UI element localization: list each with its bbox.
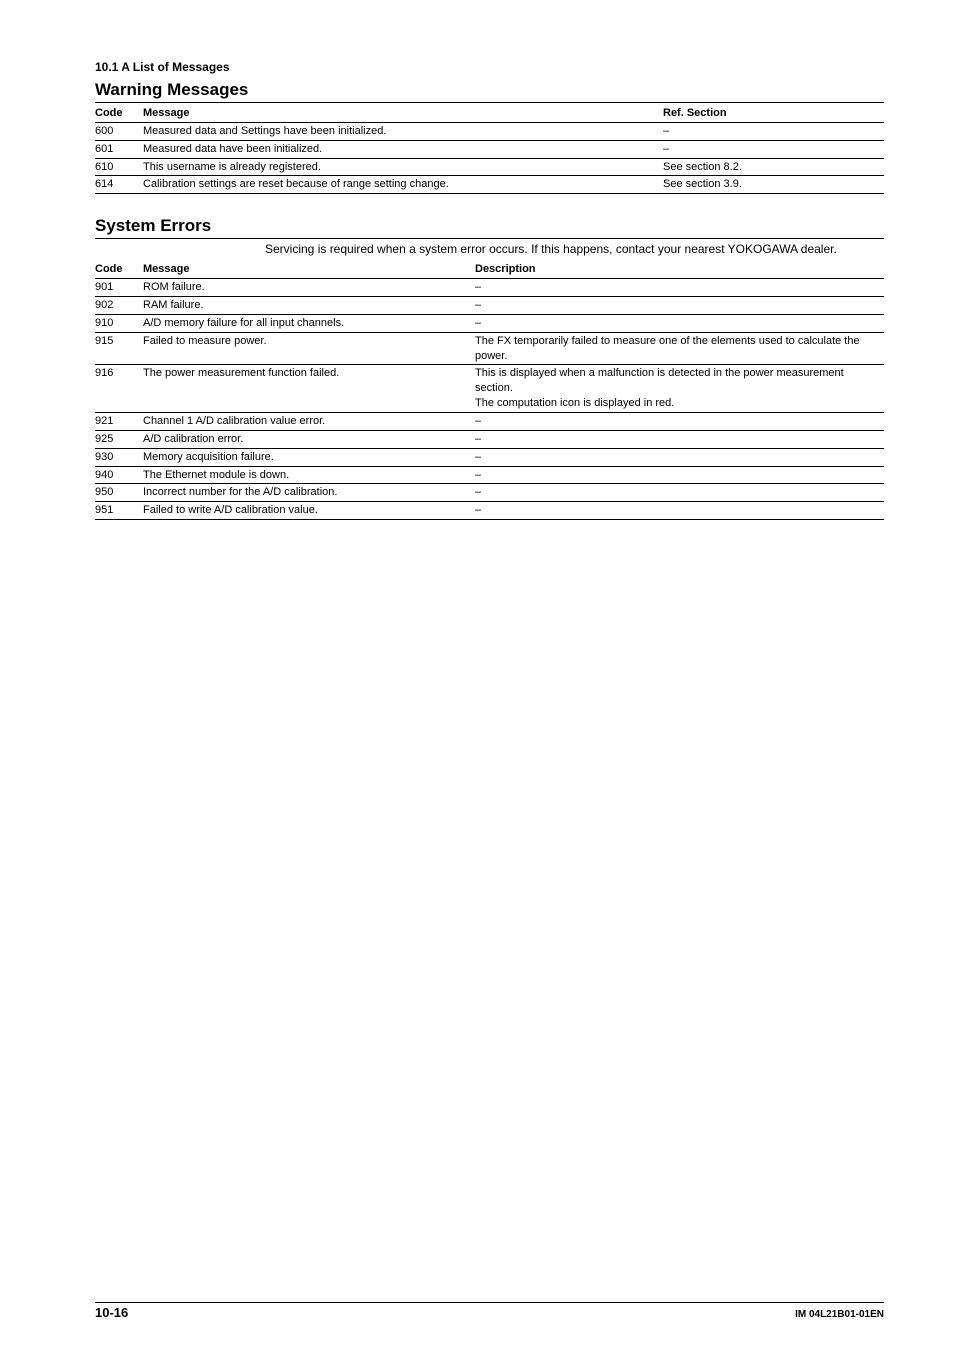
footer-rule — [95, 1302, 884, 1303]
warning-ref: – — [663, 140, 884, 158]
page-footer: 10-16 IM 04L21B01-01EN — [0, 1302, 954, 1320]
table-row: 901 ROM failure. – — [95, 279, 884, 297]
system-message: Memory acquisition failure. — [143, 448, 475, 466]
table-row: 951 Failed to write A/D calibration valu… — [95, 502, 884, 520]
system-header-code: Code — [95, 261, 143, 278]
system-message: The Ethernet module is down. — [143, 466, 475, 484]
system-desc: – — [475, 466, 884, 484]
table-row: 610 This username is already registered.… — [95, 158, 884, 176]
warning-code: 600 — [95, 122, 143, 140]
system-errors-intro: Servicing is required when a system erro… — [265, 241, 884, 257]
system-code: 902 — [95, 297, 143, 315]
table-row: 921 Channel 1 A/D calibration value erro… — [95, 413, 884, 431]
system-header-message: Message — [143, 261, 475, 278]
footer-page-number: 10-16 — [95, 1305, 128, 1320]
system-code: 910 — [95, 314, 143, 332]
system-message: RAM failure. — [143, 297, 475, 315]
warning-ref: See section 8.2. — [663, 158, 884, 176]
warning-message: Measured data have been initialized. — [143, 140, 663, 158]
system-code: 901 — [95, 279, 143, 297]
warning-ref: – — [663, 122, 884, 140]
system-message: The power measurement function failed. — [143, 365, 475, 413]
warning-message: Calibration settings are reset because o… — [143, 176, 663, 194]
table-row: 902 RAM failure. – — [95, 297, 884, 315]
system-message: ROM failure. — [143, 279, 475, 297]
system-code: 930 — [95, 448, 143, 466]
system-desc: – — [475, 484, 884, 502]
warning-header-ref: Ref. Section — [663, 105, 884, 122]
warning-code: 614 — [95, 176, 143, 194]
warning-ref: See section 3.9. — [663, 176, 884, 194]
warning-message: Measured data and Settings have been ini… — [143, 122, 663, 140]
system-header-row: Code Message Description — [95, 261, 884, 278]
system-table: Code Message Description 901 ROM failure… — [95, 261, 884, 520]
system-desc: – — [475, 430, 884, 448]
system-code: 925 — [95, 430, 143, 448]
system-header-desc: Description — [475, 261, 884, 278]
system-desc: The FX temporarily failed to measure one… — [475, 332, 884, 365]
system-desc: – — [475, 448, 884, 466]
system-desc: This is displayed when a malfunction is … — [475, 365, 884, 413]
table-row: 950 Incorrect number for the A/D calibra… — [95, 484, 884, 502]
warning-message: This username is already registered. — [143, 158, 663, 176]
table-row: 930 Memory acquisition failure. – — [95, 448, 884, 466]
warning-code: 601 — [95, 140, 143, 158]
system-code: 951 — [95, 502, 143, 520]
section-ref: 10.1 A List of Messages — [95, 60, 884, 74]
system-desc: – — [475, 502, 884, 520]
system-code: 916 — [95, 365, 143, 413]
table-row: 915 Failed to measure power. The FX temp… — [95, 332, 884, 365]
warning-messages-heading: Warning Messages — [95, 80, 884, 103]
table-row: 601 Measured data have been initialized.… — [95, 140, 884, 158]
system-message: Failed to measure power. — [143, 332, 475, 365]
table-row: 600 Measured data and Settings have been… — [95, 122, 884, 140]
system-desc: – — [475, 314, 884, 332]
system-desc: – — [475, 297, 884, 315]
system-message: A/D calibration error. — [143, 430, 475, 448]
footer-doc-id: IM 04L21B01-01EN — [795, 1309, 884, 1320]
system-errors-heading: System Errors — [95, 216, 884, 239]
warning-header-code: Code — [95, 105, 143, 122]
system-message: Incorrect number for the A/D calibration… — [143, 484, 475, 502]
warning-header-row: Code Message Ref. Section — [95, 105, 884, 122]
system-message: Failed to write A/D calibration value. — [143, 502, 475, 520]
table-row: 916 The power measurement function faile… — [95, 365, 884, 413]
table-row: 910 A/D memory failure for all input cha… — [95, 314, 884, 332]
system-message: A/D memory failure for all input channel… — [143, 314, 475, 332]
system-desc: – — [475, 413, 884, 431]
warning-table: Code Message Ref. Section 600 Measured d… — [95, 105, 884, 194]
warning-header-message: Message — [143, 105, 663, 122]
table-row: 614 Calibration settings are reset becau… — [95, 176, 884, 194]
table-row: 925 A/D calibration error. – — [95, 430, 884, 448]
table-row: 940 The Ethernet module is down. – — [95, 466, 884, 484]
system-code: 915 — [95, 332, 143, 365]
system-code: 921 — [95, 413, 143, 431]
system-message: Channel 1 A/D calibration value error. — [143, 413, 475, 431]
system-code: 940 — [95, 466, 143, 484]
system-code: 950 — [95, 484, 143, 502]
system-desc: – — [475, 279, 884, 297]
warning-code: 610 — [95, 158, 143, 176]
